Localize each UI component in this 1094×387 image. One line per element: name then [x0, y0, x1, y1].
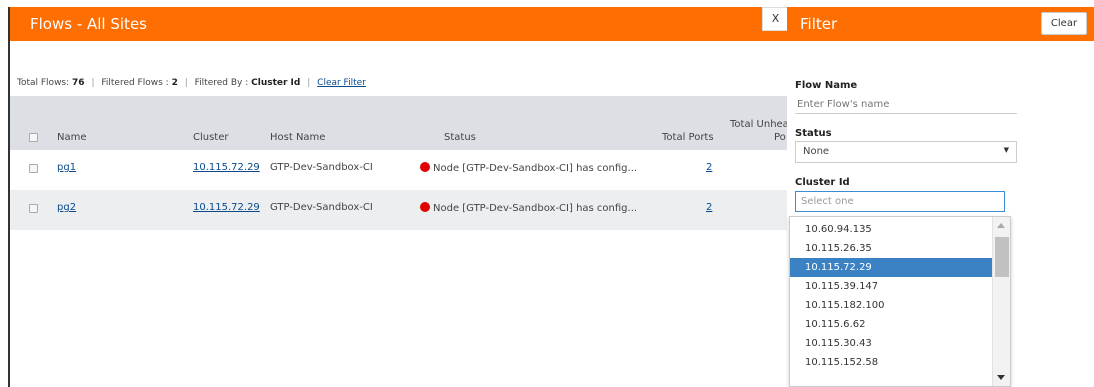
row-checkbox[interactable]: [29, 204, 38, 213]
dropdown-option[interactable]: 10.115.39.147: [790, 277, 992, 296]
error-status-icon: [420, 202, 430, 212]
scrollbar-thumb[interactable]: [995, 237, 1009, 277]
status-text: Node [GTP-Dev-Sandbox-CI] has config...: [433, 203, 638, 214]
table-header: Name Cluster Host Name Status Total Port…: [10, 96, 796, 150]
filter-header: Filter Clear: [787, 7, 1094, 41]
flows-header: Flows - All Sites X: [10, 7, 789, 41]
column-host-name[interactable]: Host Name: [270, 132, 325, 143]
dropdown-scrollbar[interactable]: [992, 217, 1010, 386]
cluster-id-label: Cluster Id: [795, 177, 850, 188]
flow-summary: Total Flows: 76 | Filtered Flows : 2 | F…: [17, 78, 366, 88]
column-total-ports[interactable]: Total Ports: [662, 132, 714, 143]
dropdown-option[interactable]: 10.115.30.43: [790, 334, 992, 353]
flow-name-input[interactable]: [795, 96, 1017, 114]
scroll-up-icon[interactable]: [997, 223, 1005, 228]
filtered-flows-value: 2: [171, 78, 178, 88]
column-total-unhealthy-cont: Po: [774, 132, 786, 143]
error-status-icon: [420, 162, 430, 172]
column-total-unhealthy[interactable]: Total Unhealt: [730, 119, 796, 130]
flows-table: Name Cluster Host Name Status Total Port…: [10, 96, 796, 230]
total-ports-link[interactable]: 2: [706, 202, 712, 213]
filter-title: Filter: [800, 15, 838, 33]
status-label: Status: [795, 128, 832, 139]
status-selected-value: None: [803, 146, 830, 157]
column-cluster[interactable]: Cluster: [193, 132, 229, 143]
status-cell: Node [GTP-Dev-Sandbox-CI] has config...: [420, 202, 637, 214]
clear-button[interactable]: Clear: [1041, 12, 1087, 35]
total-flows-value: 76: [72, 78, 85, 88]
filtered-by-value: Cluster Id: [251, 78, 301, 88]
page-title: Flows - All Sites: [30, 15, 147, 33]
dropdown-option[interactable]: 10.115.182.100: [790, 296, 992, 315]
clear-filter-link[interactable]: Clear Filter: [317, 78, 366, 88]
cluster-id-input[interactable]: Select one: [795, 191, 1005, 212]
column-status[interactable]: Status: [444, 132, 476, 143]
status-cell: Node [GTP-Dev-Sandbox-CI] has config...: [420, 162, 637, 174]
flows-panel: Flows - All Sites X Total Flows: 76 | Fi…: [8, 7, 796, 387]
select-all-checkbox[interactable]: [29, 133, 38, 142]
table-row[interactable]: pg1 10.115.72.29 GTP-Dev-Sandbox-CI Node…: [10, 150, 789, 190]
cluster-link[interactable]: 10.115.72.29: [193, 202, 260, 213]
flow-name-link[interactable]: pg2: [57, 202, 76, 213]
filtered-flows-label: Filtered Flows :: [101, 78, 169, 88]
total-flows-label: Total Flows:: [17, 78, 70, 88]
row-checkbox[interactable]: [29, 164, 38, 173]
chevron-down-icon: ▼: [1003, 146, 1009, 154]
status-text: Node [GTP-Dev-Sandbox-CI] has config...: [433, 163, 638, 174]
cluster-link[interactable]: 10.115.72.29: [193, 162, 260, 173]
dropdown-option[interactable]: 10.115.26.35: [790, 239, 992, 258]
filtered-by-label: Filtered By :: [194, 78, 249, 88]
table-row[interactable]: pg2 10.115.72.29 GTP-Dev-Sandbox-CI Node…: [10, 190, 789, 230]
flow-name-label: Flow Name: [795, 80, 858, 91]
dropdown-option-selected[interactable]: 10.115.72.29: [790, 258, 992, 277]
dropdown-option[interactable]: 10.115.152.58: [790, 353, 992, 372]
dropdown-option[interactable]: 10.60.94.135: [790, 220, 992, 239]
filter-panel: Filter Clear Flow Name Status None ▼ Clu…: [787, 7, 1094, 387]
column-name[interactable]: Name: [57, 132, 87, 143]
scroll-down-icon[interactable]: [997, 375, 1005, 380]
total-ports-link[interactable]: 2: [706, 162, 712, 173]
flow-name-link[interactable]: pg1: [57, 162, 76, 173]
cluster-id-dropdown: 10.60.94.135 10.115.26.35 10.115.72.29 1…: [789, 216, 1011, 387]
host-name: GTP-Dev-Sandbox-CI: [270, 202, 373, 213]
close-button[interactable]: X: [762, 7, 789, 31]
host-name: GTP-Dev-Sandbox-CI: [270, 162, 373, 173]
status-select[interactable]: None ▼: [795, 141, 1017, 163]
dropdown-option[interactable]: 10.115.6.62: [790, 315, 992, 334]
